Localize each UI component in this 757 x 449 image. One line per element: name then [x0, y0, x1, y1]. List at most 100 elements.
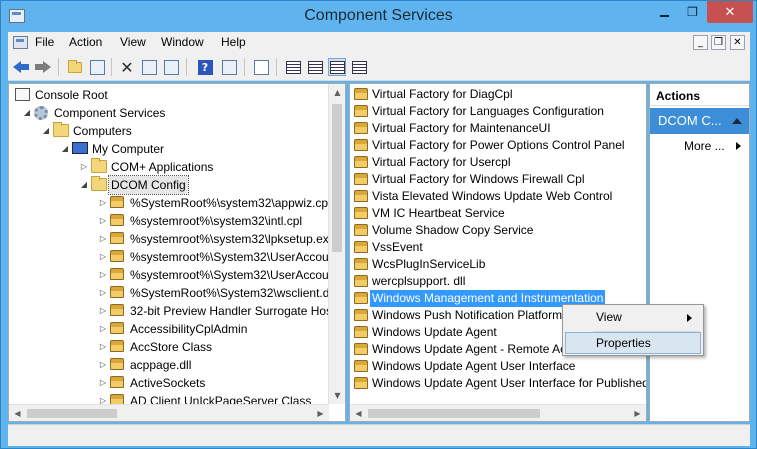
- close-button[interactable]: ✕: [707, 1, 753, 23]
- expand-arrow-icon[interactable]: ▷: [98, 230, 108, 248]
- scroll-down-arrow-icon[interactable]: ▼: [329, 387, 345, 404]
- list-item[interactable]: VM IC Heartbeat Service: [352, 205, 644, 222]
- list-item-label: Windows Update Agent User Interface for …: [372, 376, 647, 390]
- refresh-button[interactable]: [162, 58, 180, 76]
- tree-vertical-scrollbar[interactable]: ▲ ▼: [328, 84, 345, 404]
- tree-horizontal-scrollbar[interactable]: ◀ ▶: [9, 404, 329, 421]
- menu-help[interactable]: Help: [221, 35, 246, 49]
- tree-node[interactable]: ▷ %SystemRoot%\system32\appwiz.cpl: [9, 194, 331, 212]
- expand-arrow-icon[interactable]: ▷: [98, 248, 108, 266]
- properties-toolbar-button[interactable]: [140, 58, 158, 76]
- system-menu-icon[interactable]: [13, 36, 28, 49]
- tree-node[interactable]: ◢ My Computer: [9, 140, 329, 158]
- expand-arrow-icon[interactable]: ▷: [98, 194, 108, 212]
- help-button[interactable]: ?: [196, 58, 214, 76]
- expand-arrow-icon[interactable]: ▷: [98, 356, 108, 374]
- expand-arrow-icon[interactable]: ▷: [98, 338, 108, 356]
- tree-node[interactable]: ▷ %systemroot%\system32\lpksetup.exe: [9, 230, 335, 248]
- actions-more-link[interactable]: More ...: [684, 139, 725, 153]
- tree-node[interactable]: ▷ 32-bit Preview Handler Surrogate Host: [9, 302, 335, 320]
- expand-arrow-icon[interactable]: ▷: [98, 302, 108, 320]
- console-tree[interactable]: Console Root ◢ Component Services ◢ Computer…: [8, 83, 346, 422]
- show-hide-tree-button[interactable]: [88, 58, 106, 76]
- tree-node[interactable]: ◢ Component Services: [9, 104, 329, 122]
- collapse-arrow-icon[interactable]: ◢: [60, 140, 70, 158]
- forward-button[interactable]: [34, 58, 52, 76]
- tree-vertical-scroll-thumb[interactable]: [332, 104, 342, 252]
- scroll-up-arrow-icon[interactable]: ▲: [329, 84, 345, 101]
- minimize-button[interactable]: [651, 1, 678, 23]
- title-bar[interactable]: Component Services ❐ ✕: [1, 1, 756, 32]
- child-minimize-button[interactable]: _: [693, 35, 708, 50]
- large-icons-button[interactable]: [284, 58, 302, 76]
- scroll-right-arrow-icon[interactable]: ▶: [312, 405, 329, 421]
- actions-section-dcom-config[interactable]: DCOM C...: [650, 108, 749, 134]
- child-close-button[interactable]: ✕: [730, 35, 745, 50]
- tree-node-label: %systemroot%\system32\lpksetup.exe: [130, 232, 336, 246]
- list-horizontal-scroll-thumb[interactable]: [368, 409, 540, 418]
- list-item[interactable]: Virtual Factory for MaintenanceUI: [352, 120, 644, 137]
- collapse-arrow-icon[interactable]: ◢: [22, 104, 32, 122]
- menu-window[interactable]: Window: [161, 35, 204, 49]
- list-item[interactable]: VssEvent: [352, 239, 644, 256]
- menu-action[interactable]: Action: [69, 35, 102, 49]
- tree-node[interactable]: ◢ DCOM Config: [9, 175, 329, 195]
- list-item[interactable]: Virtual Factory for Power Options Contro…: [352, 137, 644, 154]
- list-item[interactable]: WcsPlugInServiceLib: [352, 256, 644, 273]
- back-button[interactable]: [12, 58, 30, 76]
- collapse-arrow-icon[interactable]: ◢: [41, 122, 51, 140]
- small-icons-button[interactable]: [306, 58, 324, 76]
- export-list-button[interactable]: [252, 58, 270, 76]
- list-view-button[interactable]: [328, 58, 346, 76]
- tree-node[interactable]: ▷ %systemroot%\System32\UserAccount: [9, 248, 339, 266]
- expand-arrow-icon[interactable]: ▷: [79, 158, 89, 176]
- list-item[interactable]: Windows Update Agent User Interface for …: [352, 375, 647, 392]
- expand-arrow-icon[interactable]: ▷: [98, 212, 108, 230]
- list-item[interactable]: Virtual Factory for DiagCpl: [352, 86, 644, 103]
- expand-arrow-icon[interactable]: ▷: [98, 374, 108, 392]
- expand-arrow-icon[interactable]: ▷: [98, 266, 108, 284]
- tree-node[interactable]: ▷ %SystemRoot%\System32\wsclient.dll: [9, 284, 335, 302]
- tree-node[interactable]: Console Root: [9, 86, 329, 104]
- menu-view[interactable]: View: [120, 35, 146, 49]
- component-icon: [354, 343, 368, 355]
- expand-arrow-icon[interactable]: ▷: [98, 284, 108, 302]
- tree-node[interactable]: ▷ %systemroot%\system32\intl.cpl: [9, 212, 329, 230]
- tree-node[interactable]: ▷ %systemroot%\System32\UserAccount: [9, 266, 339, 284]
- tree-node[interactable]: ▷ COM+ Applications: [9, 158, 329, 176]
- tree-node[interactable]: ▷ ActiveSockets: [9, 374, 329, 392]
- results-pane[interactable]: Virtual Factory for DiagCpl Virtual Facto…: [349, 83, 647, 422]
- collapse-arrow-icon[interactable]: ◢: [79, 176, 89, 194]
- list-item[interactable]: Virtual Factory for Languages Configurat…: [352, 103, 644, 120]
- component-services-icon[interactable]: [9, 9, 25, 23]
- scroll-left-arrow-icon[interactable]: ◀: [350, 405, 367, 421]
- component-icon: [110, 304, 124, 316]
- list-item[interactable]: Virtual Factory for Usercpl: [352, 154, 644, 171]
- tree-node[interactable]: ▷ AccStore Class: [9, 338, 329, 356]
- tree-node[interactable]: ◢ Computers: [9, 122, 329, 140]
- list-item[interactable]: Windows Update Agent User Interface: [352, 358, 644, 375]
- menu-file[interactable]: File: [35, 35, 54, 49]
- list-item[interactable]: Volume Shadow Copy Service: [352, 222, 644, 239]
- list-item[interactable]: Virtual Factory for Windows Firewall Cpl: [352, 171, 644, 188]
- list-item[interactable]: Vista Elevated Windows Update Web Contro…: [352, 188, 644, 205]
- list-horizontal-scrollbar[interactable]: ◀ ▶: [350, 404, 646, 421]
- component-icon: [354, 122, 368, 134]
- child-restore-button[interactable]: ❐: [711, 35, 726, 50]
- tree-node[interactable]: ▷ AccessibilityCplAdmin: [9, 320, 329, 338]
- scroll-left-arrow-icon[interactable]: ◀: [9, 405, 26, 421]
- restore-button[interactable]: ❐: [679, 1, 706, 23]
- tree-node[interactable]: ▷ acppage.dll: [9, 356, 329, 374]
- list-item-label: VssEvent: [372, 240, 423, 254]
- show-hide-action-pane-button[interactable]: [220, 58, 238, 76]
- delete-button[interactable]: ✕: [118, 58, 136, 77]
- component-icon: [110, 286, 124, 298]
- context-menu-view[interactable]: View: [565, 307, 701, 329]
- scroll-right-arrow-icon[interactable]: ▶: [629, 405, 646, 421]
- expand-arrow-icon[interactable]: ▷: [98, 320, 108, 338]
- up-one-level-button[interactable]: [66, 58, 84, 76]
- tree-horizontal-scroll-thumb[interactable]: [27, 409, 117, 418]
- context-menu-properties[interactable]: Properties: [565, 332, 701, 354]
- list-item[interactable]: wercplsupport. dll: [352, 273, 644, 290]
- detail-view-button[interactable]: [350, 58, 368, 76]
